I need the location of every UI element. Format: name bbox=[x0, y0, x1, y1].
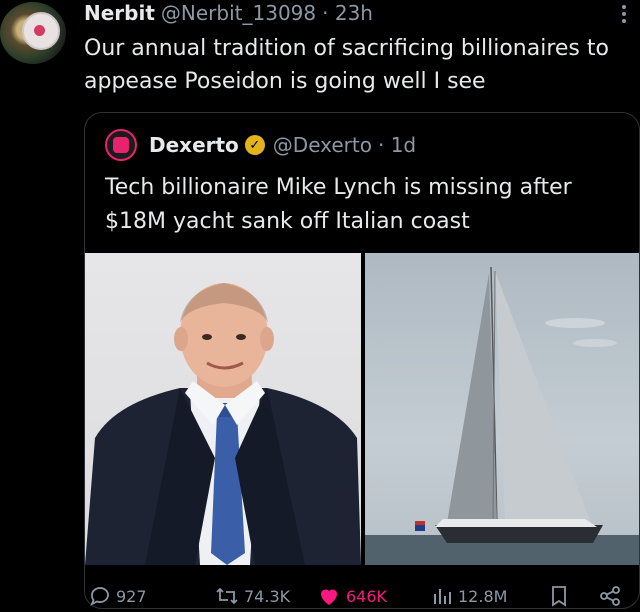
man-portrait-graphic bbox=[85, 283, 361, 565]
repost-button[interactable]: 74.3K bbox=[214, 582, 290, 610]
share-button[interactable] bbox=[598, 582, 626, 610]
heart-icon bbox=[321, 589, 337, 605]
verified-badge-icon: ✓ bbox=[244, 135, 265, 155]
post-time[interactable]: · 23h bbox=[322, 1, 373, 25]
engagement-bar: 927 74.3K 646K 12.8M bbox=[88, 582, 633, 610]
views-icon bbox=[434, 589, 451, 604]
reply-icon bbox=[90, 587, 109, 606]
quoted-author-name: Dexerto bbox=[149, 133, 239, 157]
reply-count: 927 bbox=[116, 586, 147, 606]
like-button[interactable]: 646K bbox=[316, 582, 387, 610]
quoted-post-header: Dexerto ✓ @Dexerto · 1d bbox=[105, 129, 416, 161]
quoted-post-text: Tech billionaire Mike Lynch is missing a… bbox=[105, 175, 572, 234]
post-header: Nerbit @Nerbit_13098 · 23h bbox=[84, 0, 373, 26]
quoted-post[interactable]: Dexerto ✓ @Dexerto · 1d Tech billionaire… bbox=[84, 112, 640, 609]
yacht-graphic bbox=[365, 266, 639, 565]
like-count: 646K bbox=[346, 586, 388, 606]
reply-button[interactable]: 927 bbox=[88, 582, 147, 610]
author-handle[interactable]: @Nerbit_13098 bbox=[161, 1, 316, 25]
quoted-post-time: · 1d bbox=[377, 133, 417, 157]
views-button[interactable]: 12.8M bbox=[430, 582, 507, 610]
post-text: Our annual tradition of sacrificing bill… bbox=[84, 36, 609, 94]
view-count: 12.8M bbox=[458, 586, 508, 606]
repost-icon bbox=[216, 587, 238, 605]
bookmark-icon bbox=[552, 586, 566, 607]
photo-man-in-suit[interactable] bbox=[85, 253, 361, 565]
repost-count: 74.3K bbox=[244, 586, 291, 606]
more-options-icon[interactable] bbox=[622, 2, 626, 26]
bookmark-button[interactable] bbox=[548, 582, 574, 610]
photo-sailing-yacht[interactable] bbox=[365, 253, 639, 565]
avatar-face bbox=[22, 12, 60, 50]
share-icon bbox=[600, 586, 620, 606]
author-avatar[interactable] bbox=[0, 2, 66, 64]
quoted-author-avatar bbox=[105, 129, 137, 161]
author-name[interactable]: Nerbit bbox=[84, 1, 155, 25]
quoted-author-handle: @Dexerto bbox=[272, 133, 372, 157]
